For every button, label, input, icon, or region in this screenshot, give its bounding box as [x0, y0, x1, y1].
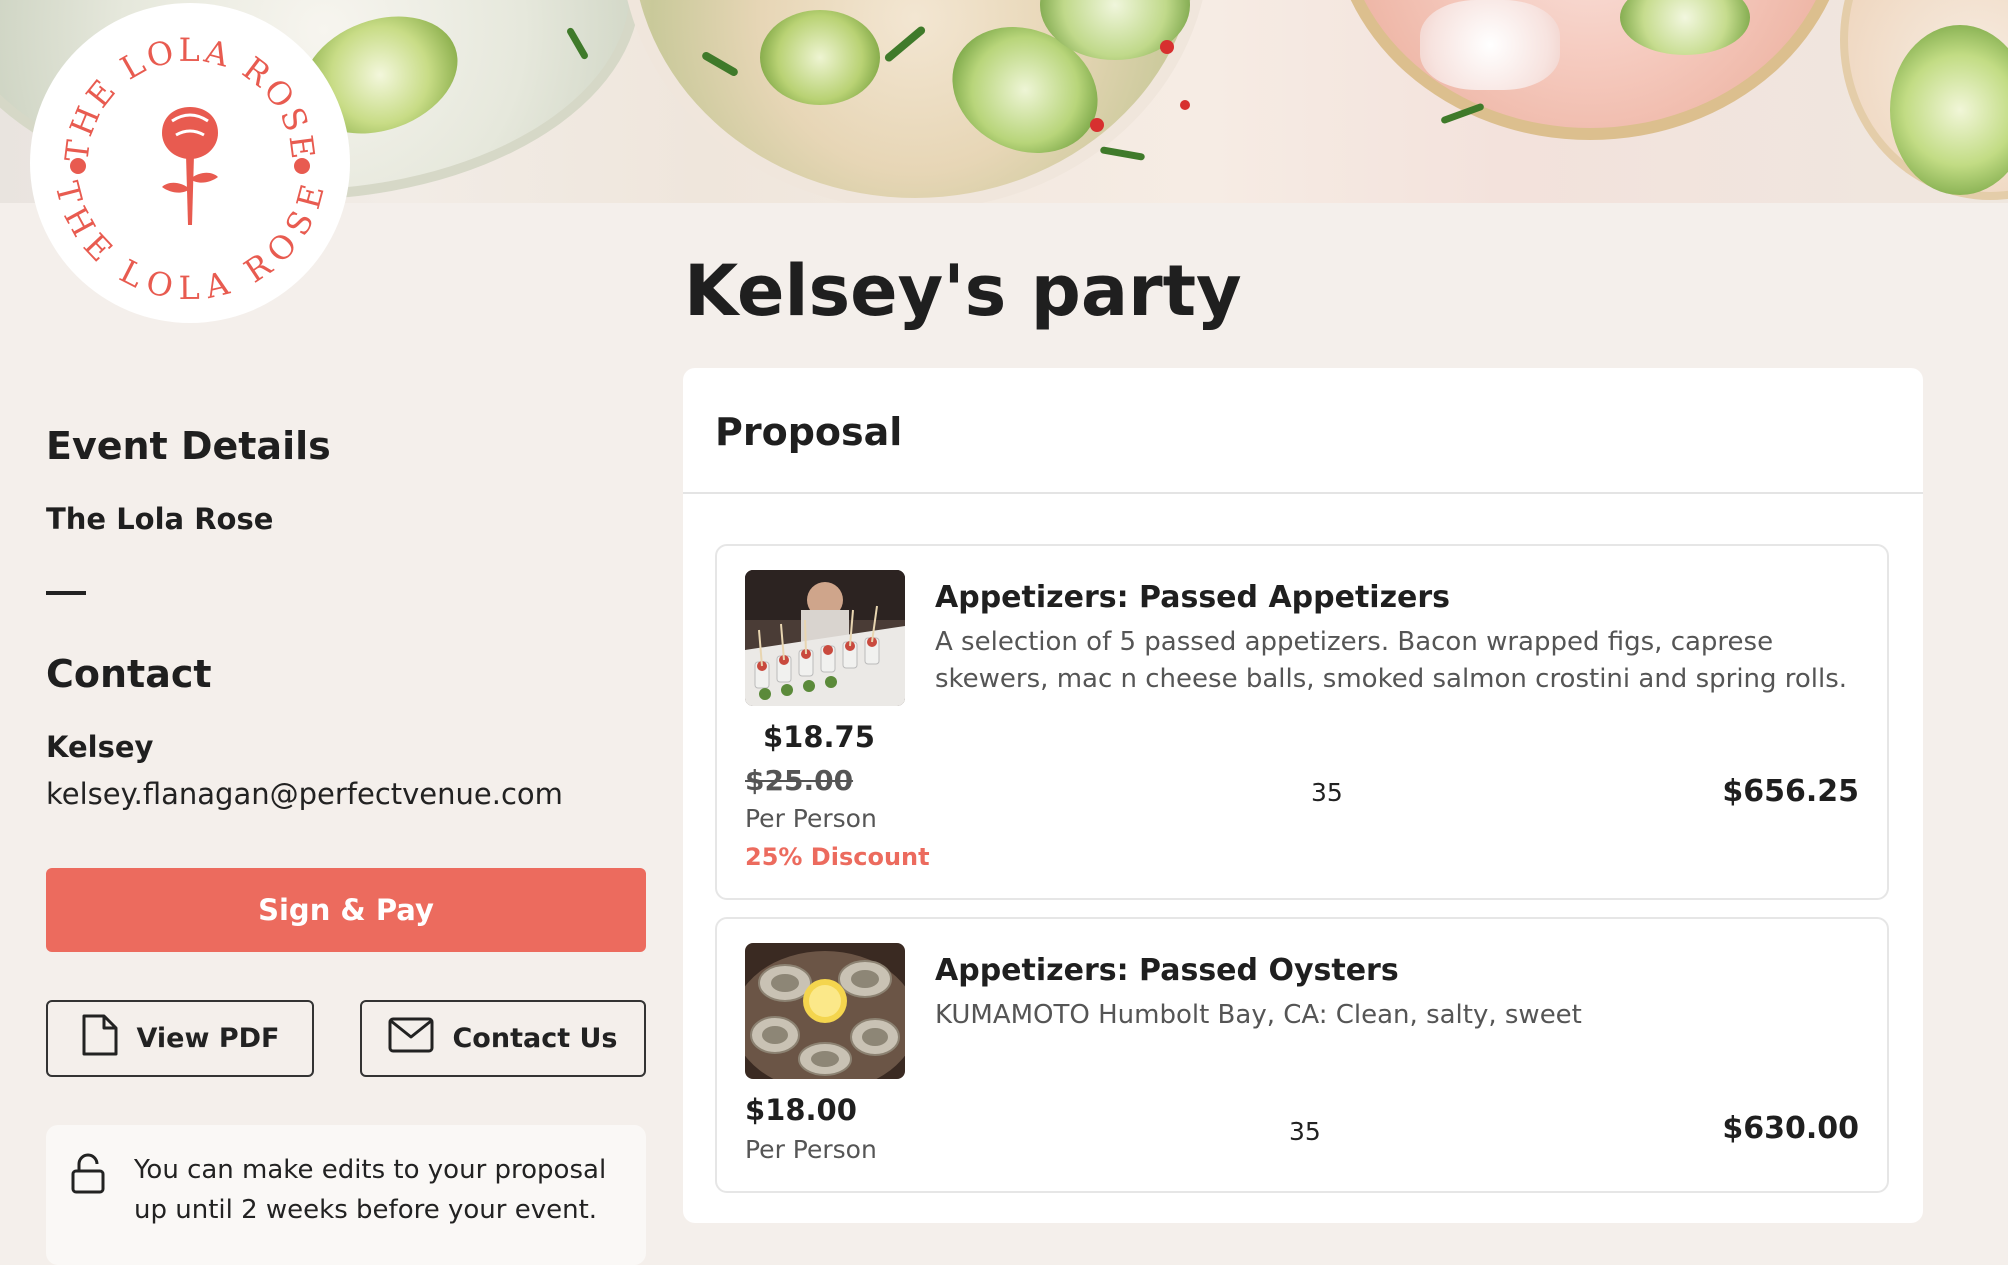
- contact-heading: Contact: [46, 652, 212, 696]
- contact-us-label: Contact Us: [452, 1023, 618, 1054]
- item-unit: Per Person: [745, 1135, 877, 1164]
- venue-logo: THE LOLA ROSE THE LOLA ROSE: [30, 3, 350, 323]
- item-name: Appetizers: Passed Oysters: [935, 953, 1399, 988]
- item-quantity: 35: [1289, 1117, 1321, 1146]
- proposal-card: Proposal Appetizers: Passed Appetizers A…: [683, 368, 1923, 1223]
- unlock-icon: [70, 1153, 106, 1199]
- item-name: Appetizers: Passed Appetizers: [935, 580, 1451, 615]
- appetizer-photo-icon: [745, 570, 905, 706]
- event-details-heading: Event Details: [46, 424, 331, 468]
- contact-us-button[interactable]: Contact Us: [360, 1000, 646, 1077]
- mail-icon: [388, 1017, 434, 1060]
- proposal-item: Appetizers: Passed Oysters KUMAMOTO Humb…: [715, 917, 1889, 1193]
- item-price: $18.00: [745, 1093, 857, 1127]
- item-total: $630.00: [1722, 1111, 1859, 1146]
- venue-name: The Lola Rose: [46, 502, 274, 536]
- divider: [46, 591, 86, 595]
- item-quantity: 35: [1311, 778, 1343, 807]
- item-total: $656.25: [1722, 774, 1859, 809]
- edit-notice: You can make edits to your proposal up u…: [46, 1125, 646, 1265]
- contact-email: kelsey.flanagan@perfectvenue.com: [46, 777, 563, 811]
- notice-text: You can make edits to your proposal up u…: [134, 1155, 607, 1225]
- view-pdf-button[interactable]: View PDF: [46, 1000, 314, 1077]
- proposal-title: Proposal: [715, 410, 903, 454]
- sign-pay-button[interactable]: Sign & Pay: [46, 868, 646, 952]
- item-original-price: $25.00: [745, 764, 854, 797]
- item-price: $18.75: [763, 720, 875, 754]
- page-title: Kelsey's party: [684, 250, 1242, 332]
- contact-name: Kelsey: [46, 730, 154, 764]
- oysters-photo-icon: [745, 943, 905, 1079]
- proposal-item: Appetizers: Passed Appetizers A selectio…: [715, 544, 1889, 900]
- item-discount-badge: 25% Discount: [745, 843, 930, 871]
- proposal-header: Proposal: [683, 368, 1923, 494]
- rose-icon: [162, 107, 218, 225]
- document-icon: [81, 1013, 119, 1064]
- item-description: A selection of 5 passed appetizers. Baco…: [935, 627, 1848, 694]
- item-description: KUMAMOTO Humbolt Bay, CA: Clean, salty, …: [935, 1000, 1582, 1030]
- item-unit: Per Person: [745, 804, 877, 833]
- view-pdf-label: View PDF: [136, 1023, 280, 1054]
